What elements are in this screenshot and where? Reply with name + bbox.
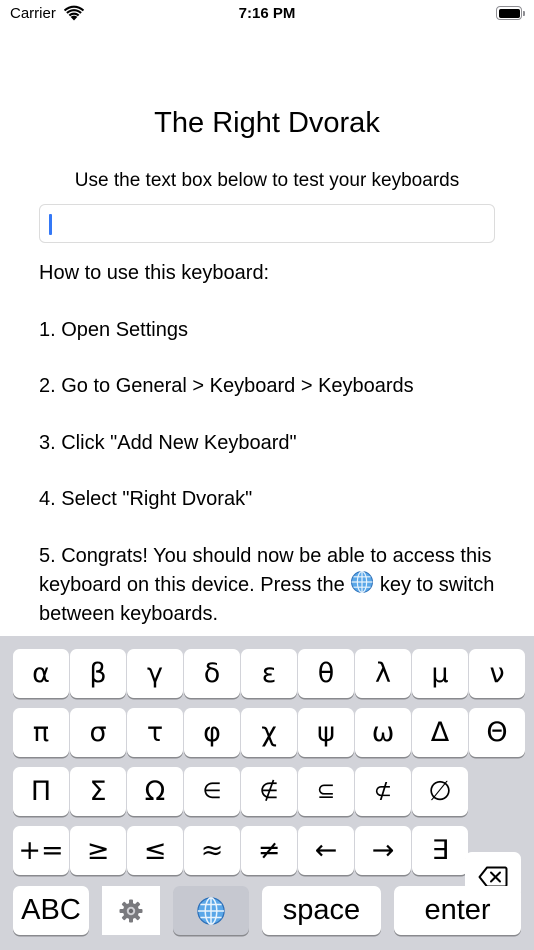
symbol-key[interactable]: Π <box>13 767 69 816</box>
symbol-key[interactable]: ω <box>355 708 411 757</box>
text-caret <box>49 214 52 235</box>
globe-key[interactable] <box>173 886 249 935</box>
symbol-key[interactable]: ≥ <box>70 826 126 875</box>
symbol-key[interactable]: Δ <box>412 708 468 757</box>
status-bar: Carrier 7:16 PM <box>0 0 534 28</box>
symbol-key[interactable]: += <box>13 826 69 875</box>
symbol-key[interactable]: π <box>13 708 69 757</box>
symbol-key[interactable]: α <box>13 649 69 698</box>
instructions-heading: How to use this keyboard: <box>39 262 270 284</box>
battery-icon <box>496 6 526 20</box>
instruction-step-4: 4. Select "Right Dvorak" <box>39 488 253 511</box>
instruction-step-3: 3. Click "Add New Keyboard" <box>39 431 297 454</box>
space-key[interactable]: space <box>262 886 381 935</box>
test-text-field[interactable] <box>39 204 495 243</box>
symbol-key[interactable]: β <box>70 649 126 698</box>
symbol-key[interactable]: ⊆ <box>298 767 354 816</box>
symbol-key[interactable]: ψ <box>298 708 354 757</box>
symbol-key[interactable]: ν <box>469 649 525 698</box>
abc-key[interactable]: ABC <box>13 886 89 935</box>
symbol-key[interactable]: σ <box>70 708 126 757</box>
instructions: How to use this keyboard: 1. Open Settin… <box>39 259 509 628</box>
enter-key[interactable]: enter <box>394 886 521 935</box>
symbol-key[interactable]: Ω <box>127 767 183 816</box>
settings-key[interactable] <box>102 886 160 935</box>
symbol-key[interactable]: → <box>355 826 411 875</box>
backspace-icon <box>478 866 508 887</box>
gear-icon <box>119 899 143 922</box>
symbol-key[interactable]: θ <box>298 649 354 698</box>
symbol-key[interactable]: ≈ <box>184 826 240 875</box>
symbol-key[interactable]: ∃ <box>412 826 468 875</box>
symbol-key[interactable]: ∅ <box>412 767 468 816</box>
symbol-key[interactable]: λ <box>355 649 411 698</box>
globe-icon <box>197 896 225 925</box>
instruction-step-1: 1. Open Settings <box>39 318 188 341</box>
symbol-key[interactable]: ∈ <box>184 767 240 816</box>
symbol-key[interactable]: ≤ <box>127 826 183 875</box>
symbol-key[interactable]: ∉ <box>241 767 297 816</box>
symbol-key[interactable]: Θ <box>469 708 525 757</box>
symbol-key[interactable]: ≠ <box>241 826 297 875</box>
symbol-key[interactable]: ⊄ <box>355 767 411 816</box>
symbol-key[interactable]: τ <box>127 708 183 757</box>
screen: Carrier 7:16 PM The Right Dvorak Use the… <box>0 0 534 950</box>
symbol-key[interactable]: ← <box>298 826 354 875</box>
symbol-key[interactable]: φ <box>184 708 240 757</box>
symbol-key[interactable]: χ <box>241 708 297 757</box>
symbol-key[interactable]: δ <box>184 649 240 698</box>
globe-icon <box>351 571 374 594</box>
symbol-key[interactable]: μ <box>412 649 468 698</box>
page-title: The Right Dvorak <box>154 107 380 139</box>
symbol-key[interactable]: Σ <box>70 767 126 816</box>
symbol-key[interactable]: ε <box>241 649 297 698</box>
custom-keyboard: ∃ → ← ≠ ≈ ≤ ≥ += ∅ ⊄ ⊆ ∉ ∈ Ω Σ Π Θ Δω ψ χ φ τ σ π ν μ λ θ ε δ γ β α ABC <box>0 636 534 950</box>
instruction-step-2: 2. Go to General > Keyboard > Keyboards <box>39 375 414 398</box>
symbol-key[interactable]: γ <box>127 649 183 698</box>
clock: 7:16 PM <box>238 5 296 22</box>
page-subtitle: Use the text box below to test your keyb… <box>74 170 460 191</box>
instruction-step-5: 5. Congrats! You should now be able to a… <box>39 542 509 628</box>
